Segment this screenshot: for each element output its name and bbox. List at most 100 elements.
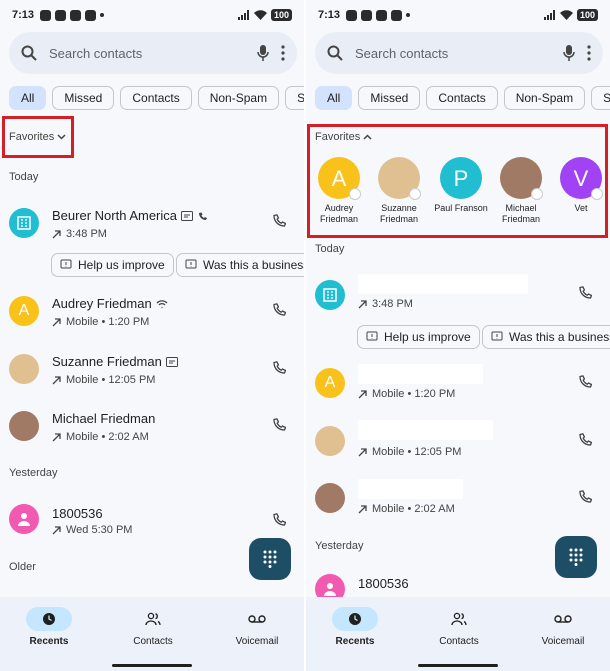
- favorite-contact[interactable]: P Paul Franson: [431, 157, 491, 214]
- favorite-contact[interactable]: V Vet: [551, 157, 610, 214]
- help-improve-label: Help us improve: [78, 258, 165, 272]
- clock-icon: [43, 613, 55, 625]
- photo-avatar: [9, 354, 39, 384]
- notification-icons: [346, 9, 411, 21]
- nav-voicemail[interactable]: Voicemail: [217, 607, 297, 647]
- feedback-icon: [185, 259, 197, 269]
- call-button[interactable]: [272, 214, 286, 228]
- mic-icon[interactable]: [257, 45, 269, 61]
- call-row[interactable]: Mobile • 2:02 AM: [306, 477, 610, 529]
- call-detail: Mobile • 2:02 AM: [372, 503, 455, 515]
- signal-icon: [237, 10, 249, 20]
- dialpad-button[interactable]: [249, 538, 291, 580]
- search-bar[interactable]: Search contacts: [315, 32, 603, 74]
- call-row[interactable]: Beurer North America 3:48 PM: [0, 200, 304, 252]
- help-improve-button[interactable]: Help us improve: [357, 325, 480, 349]
- favorite-contact[interactable]: Michael Friedman: [491, 157, 551, 225]
- chip-missed[interactable]: Missed: [52, 86, 115, 110]
- call-button[interactable]: [578, 286, 592, 300]
- search-bar[interactable]: Search contacts: [9, 32, 297, 74]
- phone-icon: [273, 418, 286, 431]
- business-question-button[interactable]: Was this a business?: [482, 325, 610, 349]
- photo-avatar: [500, 157, 543, 200]
- business-question-button[interactable]: Was this a business?: [176, 253, 304, 277]
- help-improve-button[interactable]: Help us improve: [51, 253, 174, 277]
- chevron-up-icon: [363, 134, 372, 140]
- chip-contacts[interactable]: Contacts: [120, 86, 192, 110]
- nav-recents-label: Recents: [335, 636, 375, 647]
- nav-contacts-label: Contacts: [133, 636, 173, 647]
- help-improve-label: Help us improve: [384, 330, 471, 344]
- avatar: A: [9, 296, 39, 326]
- dialpad-button[interactable]: [555, 536, 597, 578]
- outgoing-arrow-icon: [52, 526, 61, 535]
- call-button[interactable]: [272, 418, 286, 432]
- call-name: Beurer North America: [52, 208, 177, 223]
- section-yesterday: Yesterday: [9, 467, 58, 479]
- chip-non-spam[interactable]: Non-Spam: [197, 86, 280, 110]
- avatar: P: [440, 157, 482, 199]
- building-avatar: [315, 280, 345, 310]
- call-name: 1800536: [358, 576, 409, 591]
- call-button[interactable]: [272, 513, 286, 527]
- call-row[interactable]: 3:48 PM: [306, 272, 610, 324]
- call-row[interactable]: Michael Friedman Mobile • 2:02 AM: [0, 405, 304, 457]
- call-row[interactable]: Mobile • 12:05 PM: [306, 420, 610, 472]
- more-vert-icon[interactable]: [587, 45, 591, 61]
- chip-spam[interactable]: Spa: [285, 86, 304, 110]
- outgoing-arrow-icon: [358, 505, 367, 514]
- favorite-contact[interactable]: A Audrey Friedman: [309, 157, 369, 225]
- nav-recents[interactable]: Recents: [9, 607, 89, 647]
- chip-spam[interactable]: Spa: [591, 86, 610, 110]
- bottom-nav: Recents Contacts Voicemail: [306, 597, 610, 671]
- avatar: A: [318, 157, 361, 200]
- nav-voicemail[interactable]: Voicemail: [523, 607, 603, 647]
- feedback-icon: [491, 331, 503, 341]
- call-detail: Mobile • 12:05 PM: [372, 446, 462, 458]
- call-detail: Mobile • 12:05 PM: [66, 374, 156, 386]
- search-icon: [327, 45, 343, 61]
- outgoing-arrow-icon: [358, 300, 367, 309]
- photo-avatar: [315, 483, 345, 513]
- chip-all[interactable]: All: [9, 86, 47, 110]
- right-phone-screen: 7:13 100 Search contacts All Missed Cont…: [306, 0, 610, 671]
- person-icon: [324, 583, 336, 596]
- building-avatar: [9, 208, 39, 238]
- call-button[interactable]: [272, 303, 286, 317]
- nav-recents[interactable]: Recents: [315, 607, 395, 647]
- chip-missed[interactable]: Missed: [358, 86, 421, 110]
- phone-icon: [273, 513, 286, 526]
- feedback-icon: [60, 259, 72, 269]
- phone-icon: [579, 433, 592, 446]
- call-row[interactable]: A Audrey Friedman Mobile • 1:20 PM: [0, 290, 304, 342]
- filter-chips: All Missed Contacts Non-Spam Spa: [315, 86, 610, 110]
- redacted-name: [358, 274, 528, 294]
- building-icon: [323, 288, 337, 302]
- favorites-toggle[interactable]: Favorites: [315, 131, 372, 143]
- more-vert-icon[interactable]: [281, 45, 285, 61]
- favorites-label: Favorites: [9, 131, 55, 143]
- redacted-name: [358, 364, 483, 384]
- chevron-down-icon: [57, 134, 66, 140]
- nav-contacts[interactable]: Contacts: [419, 607, 499, 647]
- person-icon: [18, 513, 30, 526]
- chip-non-spam[interactable]: Non-Spam: [503, 86, 586, 110]
- status-bar: 7:13 100: [306, 0, 610, 30]
- favorites-toggle[interactable]: Favorites: [9, 131, 66, 143]
- status-time: 7:13: [12, 9, 35, 21]
- call-button[interactable]: [578, 490, 592, 504]
- mic-icon[interactable]: [563, 45, 575, 61]
- chip-contacts[interactable]: Contacts: [426, 86, 498, 110]
- call-button[interactable]: [578, 433, 592, 447]
- call-button[interactable]: [272, 361, 286, 375]
- call-row[interactable]: A Mobile • 1:20 PM: [306, 362, 610, 414]
- search-input[interactable]: Search contacts: [355, 46, 551, 61]
- chip-all[interactable]: All: [315, 86, 353, 110]
- call-row[interactable]: Suzanne Friedman Mobile • 12:05 PM: [0, 348, 304, 400]
- nav-contacts[interactable]: Contacts: [113, 607, 193, 647]
- call-button[interactable]: [578, 375, 592, 389]
- favorite-contact[interactable]: Suzanne Friedman: [369, 157, 429, 225]
- search-input[interactable]: Search contacts: [49, 46, 245, 61]
- favorite-name: Suzanne Friedman: [379, 203, 418, 224]
- call-name: Michael Friedman: [52, 411, 156, 426]
